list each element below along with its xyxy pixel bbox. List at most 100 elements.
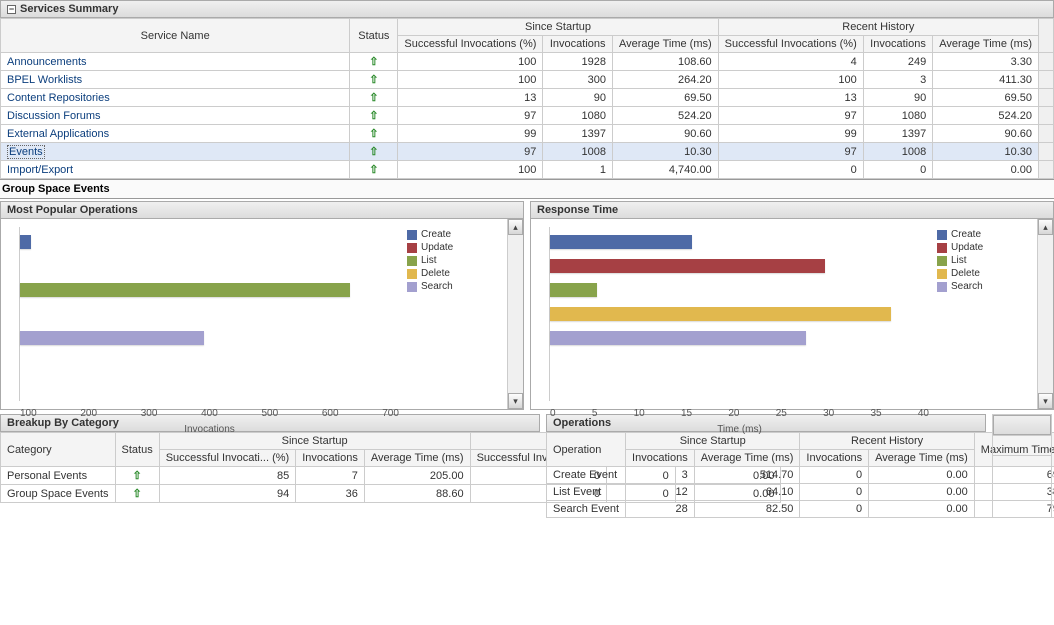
- service-link[interactable]: External Applications: [7, 128, 109, 140]
- chart-response-time: Response Time 0510152025303540 Time (ms)…: [530, 201, 1054, 410]
- chart-popular-xlabel: Invocations: [20, 424, 399, 435]
- col-rinv: Invocations: [863, 36, 933, 53]
- legend-swatch: [937, 282, 947, 292]
- collapse-icon[interactable]: −: [7, 5, 16, 14]
- col-operation: Operation: [547, 433, 626, 467]
- bar-search: [550, 331, 806, 345]
- scroll-down-icon[interactable]: ▾: [508, 393, 523, 409]
- bar-search: [20, 331, 204, 345]
- service-link[interactable]: Discussion Forums: [7, 110, 101, 122]
- status-up-icon: ⇧: [369, 110, 378, 122]
- legend-item: List: [407, 255, 497, 266]
- chart-response-xlabel: Time (ms): [550, 424, 929, 435]
- legend-swatch: [407, 282, 417, 292]
- bar-row: [20, 329, 399, 347]
- table-row[interactable]: BPEL Worklists⇧100300264.201003411.30: [1, 71, 1054, 89]
- col-category: Category: [1, 433, 116, 467]
- chart-popular-operations: Most Popular Operations 1002003004005006…: [0, 201, 524, 410]
- status-up-icon: ⇧: [133, 488, 142, 500]
- bar-row: [20, 281, 399, 299]
- bar-row: [550, 281, 929, 299]
- col-service-name: Service Name: [1, 19, 350, 53]
- bar-row: [20, 257, 399, 275]
- legend-swatch: [937, 230, 947, 240]
- chart-response-area: 0510152025303540 Time (ms): [549, 227, 929, 401]
- col-inv: Invocations: [543, 36, 613, 53]
- table-row[interactable]: Events⇧97100810.3097100810.30: [1, 143, 1054, 161]
- legend-swatch: [937, 256, 947, 266]
- chart-popular-title: Most Popular Operations: [1, 202, 523, 219]
- chart-scrollbar[interactable]: ▴ ▾: [1037, 219, 1053, 409]
- status-up-icon: ⇧: [133, 470, 142, 482]
- legend-item: Delete: [937, 268, 1027, 279]
- table-row[interactable]: External Applications⇧99139790.609913979…: [1, 125, 1054, 143]
- chart-popular-area: 100200300400500600700 Invocations: [19, 227, 399, 401]
- legend-swatch: [407, 269, 417, 279]
- service-link[interactable]: Content Repositories: [7, 92, 110, 104]
- legend-item: Search: [937, 281, 1027, 292]
- table-row[interactable]: Content Repositories⇧139069.50139069.50: [1, 89, 1054, 107]
- chart-response-title: Response Time: [531, 202, 1053, 219]
- service-link[interactable]: Announcements: [7, 56, 87, 68]
- col-ravg: Average Time (ms): [933, 36, 1039, 53]
- status-up-icon: ⇧: [369, 128, 378, 140]
- status-up-icon: ⇧: [369, 56, 378, 68]
- bar-create: [550, 235, 692, 249]
- group-space-events-title: Group Space Events: [0, 179, 1054, 199]
- scroll-down-icon[interactable]: ▾: [1038, 393, 1053, 409]
- table-row[interactable]: Announcements⇧1001928108.6042493.30: [1, 53, 1054, 71]
- legend-swatch: [407, 230, 417, 240]
- legend-item: Create: [407, 229, 497, 240]
- service-link[interactable]: Import/Export: [7, 164, 73, 176]
- col-avg: Average Time (ms): [612, 36, 718, 53]
- services-summary-table: Service Name Status Since Startup Recent…: [0, 18, 1054, 179]
- col-grp-since-startup: Since Startup: [398, 19, 718, 36]
- table-row[interactable]: Create Event3514.7000.00698.00: [547, 467, 1054, 484]
- bar-row: [550, 257, 929, 275]
- col-status: Status: [115, 433, 159, 467]
- services-summary-header: − Services Summary: [0, 0, 1054, 18]
- legend-swatch: [937, 243, 947, 253]
- legend-item: List: [937, 255, 1027, 266]
- status-up-icon: ⇧: [369, 74, 378, 86]
- bar-row: [20, 305, 399, 323]
- legend-item: Delete: [407, 268, 497, 279]
- status-up-icon: ⇧: [369, 92, 378, 104]
- bar-row: [550, 233, 929, 251]
- chart-scrollbar[interactable]: ▴ ▾: [507, 219, 523, 409]
- status-up-icon: ⇧: [369, 146, 378, 158]
- service-link[interactable]: Events: [7, 145, 45, 159]
- bar-list: [20, 283, 350, 297]
- scroll-up-icon[interactable]: ▴: [508, 219, 523, 235]
- bar-delete: [550, 307, 891, 321]
- scroll-up-icon[interactable]: ▴: [1038, 219, 1053, 235]
- bar-update: [550, 259, 825, 273]
- table-row[interactable]: Search Event2882.5000.00794.00: [547, 501, 1054, 518]
- legend-item: Update: [407, 242, 497, 253]
- bar-row: [550, 329, 929, 347]
- legend-item: Create: [937, 229, 1027, 240]
- col-rsucc: Successful Invocations (%): [718, 36, 863, 53]
- legend-swatch: [407, 256, 417, 266]
- bar-create: [20, 235, 31, 249]
- services-summary-title: Services Summary: [20, 3, 118, 15]
- legend-swatch: [407, 243, 417, 253]
- chart-legend: Create Update List Delete Search: [937, 227, 1027, 401]
- bar-list: [550, 283, 597, 297]
- legend-item: Update: [937, 242, 1027, 253]
- status-up-icon: ⇧: [369, 164, 378, 176]
- legend-item: Search: [407, 281, 497, 292]
- bar-row: [550, 305, 929, 323]
- col-grp-recent-history: Recent History: [718, 19, 1038, 36]
- service-link[interactable]: BPEL Worklists: [7, 74, 82, 86]
- bar-row: [20, 233, 399, 251]
- table-row[interactable]: Import/Export⇧10014,740.00000.00: [1, 161, 1054, 179]
- col-status: Status: [350, 19, 398, 53]
- table-row[interactable]: List Event1264.1000.00385.00: [547, 484, 1054, 501]
- legend-swatch: [937, 269, 947, 279]
- chart-legend: Create Update List Delete Search: [407, 227, 497, 401]
- side-empty-panel: [992, 414, 1052, 518]
- operations-table: Operation Since Startup Recent History M…: [546, 432, 1054, 518]
- col-grp-ss: Since Startup: [159, 433, 470, 450]
- table-row[interactable]: Discussion Forums⇧971080524.20971080524.…: [1, 107, 1054, 125]
